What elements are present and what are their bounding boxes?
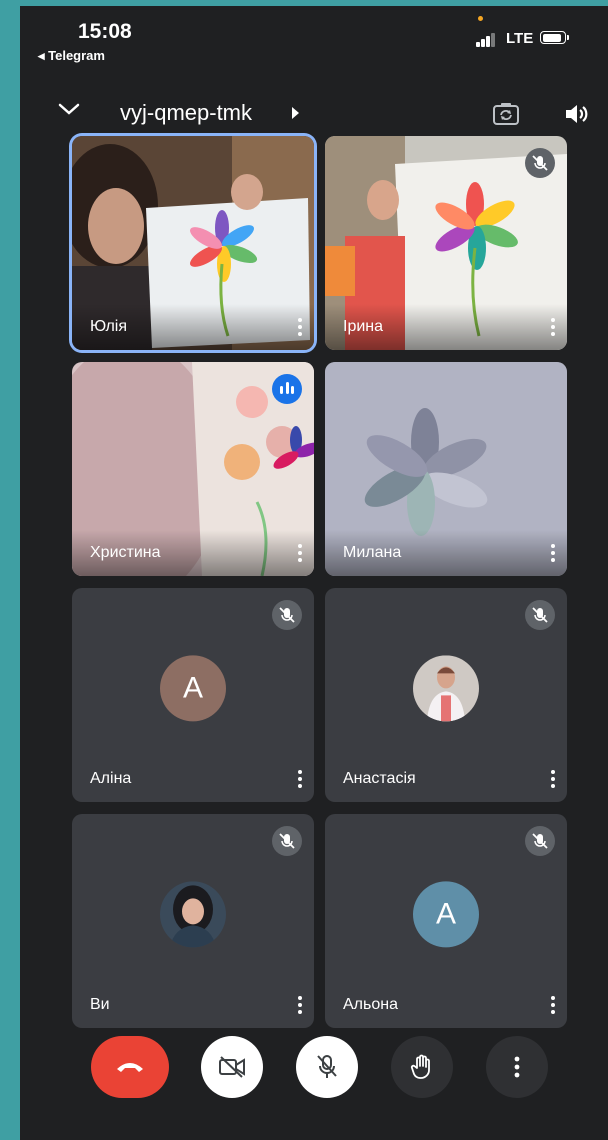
participant-name: Юлія — [90, 318, 127, 335]
camera-toggle-button[interactable] — [201, 1036, 263, 1098]
tile-more-icon[interactable] — [551, 318, 555, 336]
meeting-info-arrow-icon[interactable] — [292, 107, 299, 119]
end-call-icon — [117, 1063, 143, 1072]
participant-name: Анастасія — [343, 770, 416, 787]
more-options-icon — [514, 1056, 520, 1078]
participant-tile[interactable]: A Альона — [325, 814, 567, 1028]
avatar — [413, 655, 479, 722]
participant-name: Аліна — [90, 770, 132, 787]
mic-off-icon — [525, 148, 555, 178]
tile-more-icon[interactable] — [551, 996, 555, 1014]
avatar: A — [413, 881, 479, 948]
avatar — [160, 881, 226, 948]
mic-off-icon — [525, 826, 555, 856]
mic-toggle-button[interactable] — [296, 1036, 358, 1098]
tile-more-icon[interactable] — [298, 318, 302, 336]
speaker-icon[interactable] — [564, 101, 590, 127]
mic-off-icon — [525, 600, 555, 630]
status-time: 15:08 — [78, 20, 132, 43]
back-to-telegram-link[interactable]: ◂ Telegram — [38, 48, 105, 64]
camera-off-icon — [219, 1056, 245, 1078]
tile-more-icon[interactable] — [298, 770, 302, 788]
tile-more-icon[interactable] — [298, 544, 302, 562]
tile-more-icon[interactable] — [551, 544, 555, 562]
meeting-code[interactable]: vyj-qmep-tmk — [120, 100, 252, 126]
participant-tile[interactable]: Анастасія — [325, 588, 567, 802]
participant-name: Христина — [90, 544, 161, 561]
switch-camera-icon[interactable] — [492, 102, 520, 126]
tile-more-icon[interactable] — [551, 770, 555, 788]
participant-tile[interactable]: Юлія — [72, 136, 314, 350]
tile-more-icon[interactable] — [298, 996, 302, 1014]
participant-name: Ви — [90, 996, 110, 1013]
network-type: LTE — [506, 30, 534, 47]
battery-icon — [540, 31, 569, 44]
participant-tile[interactable]: Милана — [325, 362, 567, 576]
participant-name: Милана — [343, 544, 402, 561]
mic-off-icon — [317, 1055, 337, 1078]
meet-call-screen: 15:08 ◂ Telegram LTE vyj-qmep-tmk Юлія І… — [20, 6, 608, 1140]
participant-tile[interactable]: A Аліна — [72, 588, 314, 802]
end-call-button[interactable] — [91, 1036, 169, 1098]
participant-tile[interactable]: Христина — [72, 362, 314, 576]
chevron-down-icon[interactable] — [58, 102, 80, 116]
mic-in-use-indicator — [478, 16, 483, 21]
participant-name: Альона — [343, 996, 398, 1013]
participant-tile[interactable]: Ірина — [325, 136, 567, 350]
signal-strength-icon — [476, 33, 498, 47]
speaking-indicator-icon — [272, 374, 302, 404]
participant-tile[interactable]: Ви — [72, 814, 314, 1028]
participant-name: Ірина — [343, 318, 384, 335]
more-options-button[interactable] — [486, 1036, 548, 1098]
mic-off-icon — [272, 826, 302, 856]
raise-hand-icon — [410, 1054, 430, 1079]
mic-off-icon — [272, 600, 302, 630]
raise-hand-button[interactable] — [391, 1036, 453, 1098]
avatar: A — [160, 655, 226, 722]
